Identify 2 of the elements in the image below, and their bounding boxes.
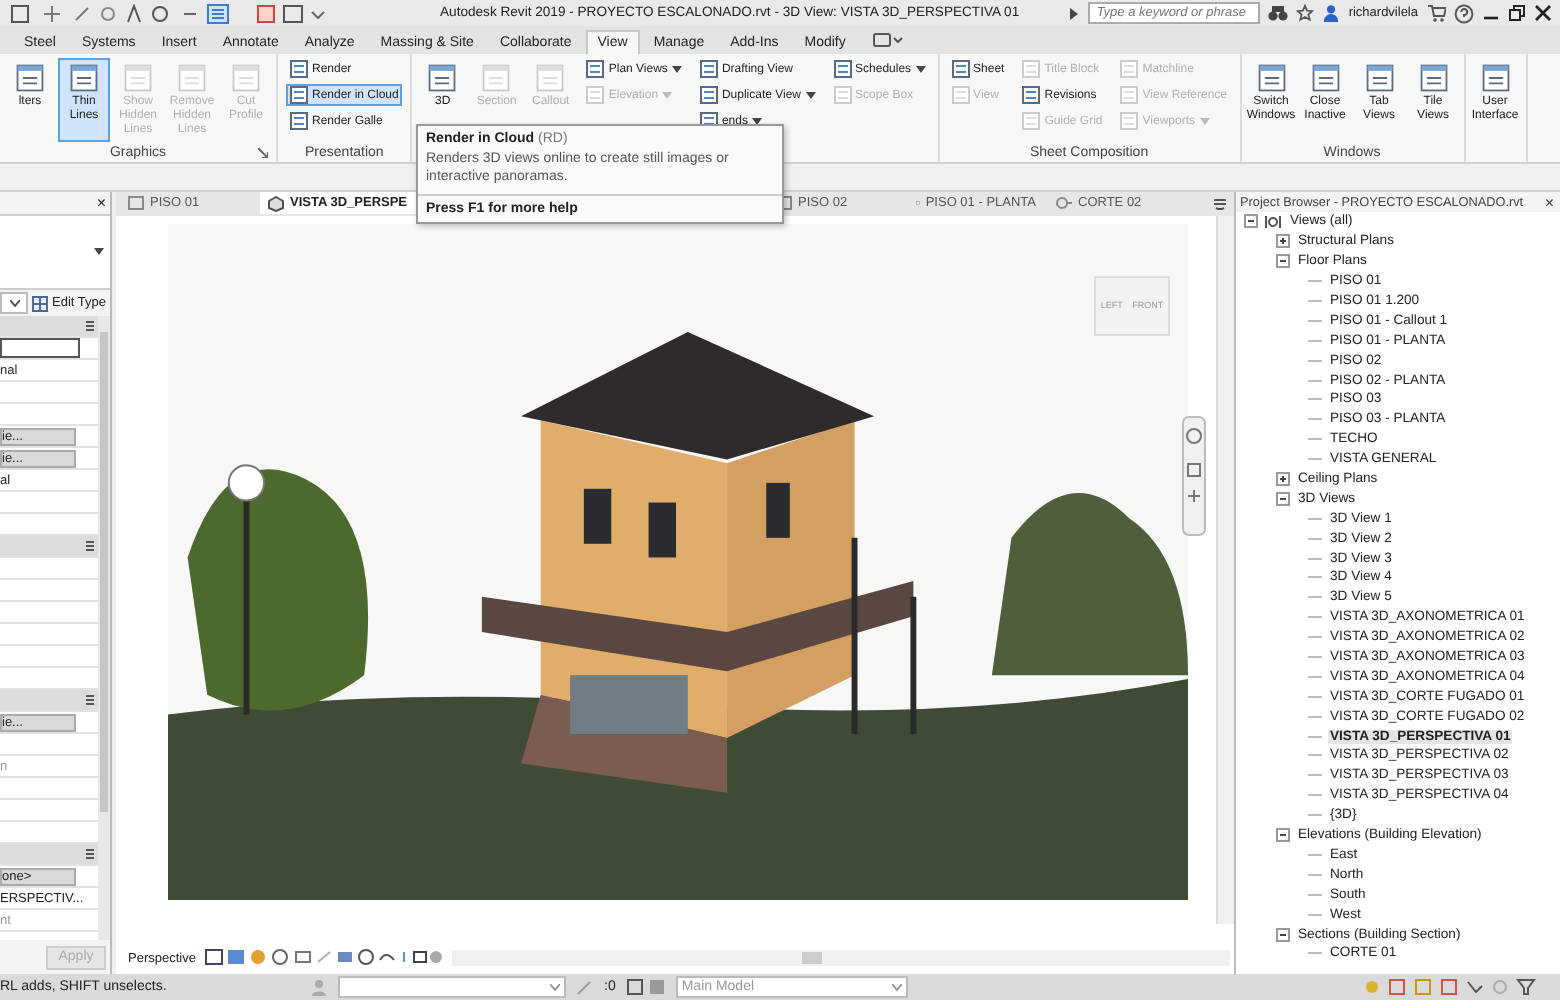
close-button[interactable]: × [1544, 193, 1554, 211]
close-button[interactable]: × [96, 194, 106, 212]
